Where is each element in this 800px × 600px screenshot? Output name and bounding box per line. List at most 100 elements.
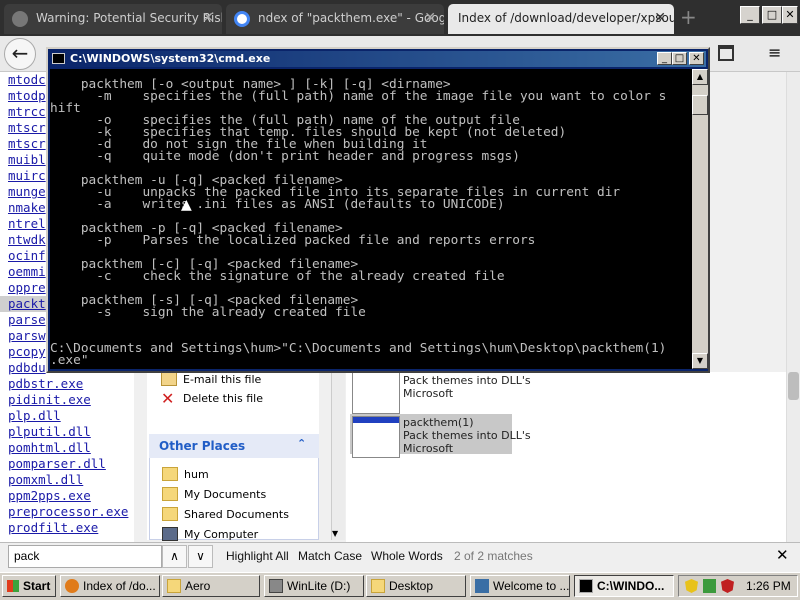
place-my-computer[interactable]: My Computer [184, 528, 258, 541]
taskbar-label: WinLite (D:) [287, 579, 351, 593]
match-case-toggle[interactable]: Match Case [298, 549, 362, 563]
find-match-status: 2 of 2 matches [454, 549, 533, 563]
taskbar-label: Welcome to ... [493, 579, 570, 593]
task-email-file[interactable]: E-mail this file [183, 373, 261, 386]
scroll-down-arrow-icon[interactable]: ▼ [692, 353, 708, 369]
file-link[interactable]: ppm2pps.exe [0, 488, 138, 504]
email-icon [161, 372, 177, 386]
file-company: Microsoft [403, 387, 454, 400]
scroll-down-arrow-icon[interactable]: ▼ [332, 529, 338, 538]
menu-icon[interactable]: ≡ [768, 45, 781, 61]
place-hum[interactable]: hum [184, 468, 209, 481]
cmd-title-bar[interactable]: C:\WINDOWS\system32\cmd.exe [50, 51, 706, 67]
cmd-window[interactable]: C:\WINDOWS\system32\cmd.exe _ □ ✕ packth… [46, 47, 710, 373]
cmd-icon [579, 579, 593, 593]
other-places-header[interactable]: Other Places ⌃ [149, 434, 319, 458]
find-next-button[interactable]: ∨ [188, 545, 213, 568]
taskbar-item-desktop[interactable]: Desktop [366, 575, 466, 597]
cmd-icon[interactable] [52, 53, 65, 64]
my-computer-icon [162, 527, 178, 541]
scroll-up-arrow-icon[interactable]: ▲ [692, 69, 708, 85]
cmd-scrollbar[interactable]: ▲ ▼ [692, 69, 708, 369]
browser-maximize-button[interactable]: □ [762, 6, 782, 24]
tab-close-icon[interactable]: ✕ [202, 10, 214, 26]
place-my-documents[interactable]: My Documents [184, 488, 266, 501]
taskbar-item-welcome[interactable]: Welcome to ... [470, 575, 570, 597]
security-alert-icon[interactable] [721, 579, 734, 593]
file-link[interactable]: plputil.dll [0, 424, 138, 440]
drive-icon [269, 579, 283, 593]
shared-documents-icon [162, 507, 178, 521]
taskbar-clock: 1:26 PM [746, 579, 791, 593]
cmd-scrollbar-thumb[interactable] [692, 95, 708, 115]
whole-words-toggle[interactable]: Whole Words [371, 549, 443, 563]
my-documents-icon [162, 487, 178, 501]
delete-icon: ✕ [161, 389, 175, 408]
other-places-title: Other Places [159, 439, 246, 453]
place-shared-documents[interactable]: Shared Documents [184, 508, 289, 521]
cmd-title: C:\WINDOWS\system32\cmd.exe [70, 52, 271, 65]
highlight-all-toggle[interactable]: Highlight All [226, 549, 289, 563]
console-text: packthem [-o <output name> ] [-k] [-q] <… [50, 77, 667, 368]
task-delete-file[interactable]: Delete this file [183, 392, 263, 405]
file-link[interactable]: pomhtml.dll [0, 440, 138, 456]
browser-tab-strip: Warning: Potential Security Risk A ✕ nde… [0, 0, 800, 36]
tab-close-icon[interactable]: ✕ [654, 10, 666, 26]
taskbar-item-browser[interactable]: Index of /do... [60, 575, 160, 597]
cmd-minimize-button[interactable]: _ [657, 52, 672, 65]
start-button[interactable]: Start [2, 575, 56, 597]
browser-minimize-button[interactable]: _ [740, 6, 760, 24]
file-link[interactable]: pidinit.exe [0, 392, 138, 408]
file-name[interactable]: packthem(1) [403, 416, 474, 429]
file-description: Pack themes into DLL's [403, 374, 531, 387]
tab-label: ndex of "packthem.exe" - Googl [258, 11, 444, 25]
tab-google-search[interactable]: ndex of "packthem.exe" - Googl ✕ [226, 4, 444, 34]
file-link[interactable]: plp.dll [0, 408, 138, 424]
file-link[interactable]: prodfilt.exe [0, 520, 138, 536]
back-button[interactable]: ← [4, 38, 36, 70]
firefox-icon [65, 579, 79, 593]
mouse-cursor-icon: ▲ [181, 197, 192, 213]
explorer-file-area: Pack themes into DLL's Microsoft packthe… [346, 372, 786, 542]
tab-index-download[interactable]: Index of /download/developer/xpsour ✕ [448, 4, 674, 34]
taskbar-label: C:\WINDO... [597, 579, 665, 593]
google-icon [234, 11, 250, 27]
task-pane-scrollbar[interactable]: ▼ [331, 372, 345, 540]
window-icon [475, 579, 489, 593]
folder-icon [167, 579, 181, 593]
find-input[interactable]: pack [8, 545, 162, 568]
file-thumbnail[interactable] [352, 372, 400, 414]
find-previous-button[interactable]: ∧ [162, 545, 187, 568]
taskbar-item-cmd[interactable]: C:\WINDO... [574, 575, 674, 597]
find-close-icon[interactable]: ✕ [776, 546, 789, 564]
cmd-maximize-button[interactable]: □ [672, 52, 687, 65]
browser-close-button[interactable]: ✕ [782, 6, 798, 24]
file-link[interactable]: pdbstr.exe [0, 376, 138, 392]
new-tab-button[interactable]: + [680, 5, 697, 29]
taskbar-label: Aero [185, 579, 211, 593]
start-label: Start [23, 579, 51, 593]
tab-close-icon[interactable]: ✕ [424, 10, 436, 26]
warning-icon [12, 11, 28, 27]
file-link[interactable]: pomxml.dll [0, 472, 138, 488]
collapse-chevron-icon[interactable]: ⌃ [297, 437, 306, 450]
tab-security-warning[interactable]: Warning: Potential Security Risk A ✕ [4, 4, 222, 34]
console-output[interactable]: packthem [-o <output name> ] [-k] [-q] <… [50, 69, 692, 369]
network-icon[interactable] [703, 579, 716, 593]
security-shield-icon[interactable] [685, 579, 698, 593]
library-icon[interactable] [718, 45, 734, 61]
file-link[interactable]: preprocessor.exe [0, 504, 138, 520]
page-scrollbar[interactable] [786, 72, 800, 542]
taskbar-label: Index of /do... [83, 579, 156, 593]
tab-label: Index of /download/developer/xpsour [458, 11, 674, 25]
taskbar-label: Desktop [389, 579, 434, 593]
scrollbar-thumb[interactable] [788, 372, 799, 400]
folder-icon [162, 467, 178, 481]
file-thumbnail[interactable] [352, 416, 400, 458]
file-link[interactable]: pomparser.dll [0, 456, 138, 472]
file-description: Pack themes into DLL's [403, 429, 531, 442]
taskbar-item-aero[interactable]: Aero [162, 575, 260, 597]
cmd-close-button[interactable]: ✕ [689, 52, 704, 65]
taskbar-item-winlite[interactable]: WinLite (D:) [264, 575, 364, 597]
file-company: Microsoft [403, 442, 454, 455]
